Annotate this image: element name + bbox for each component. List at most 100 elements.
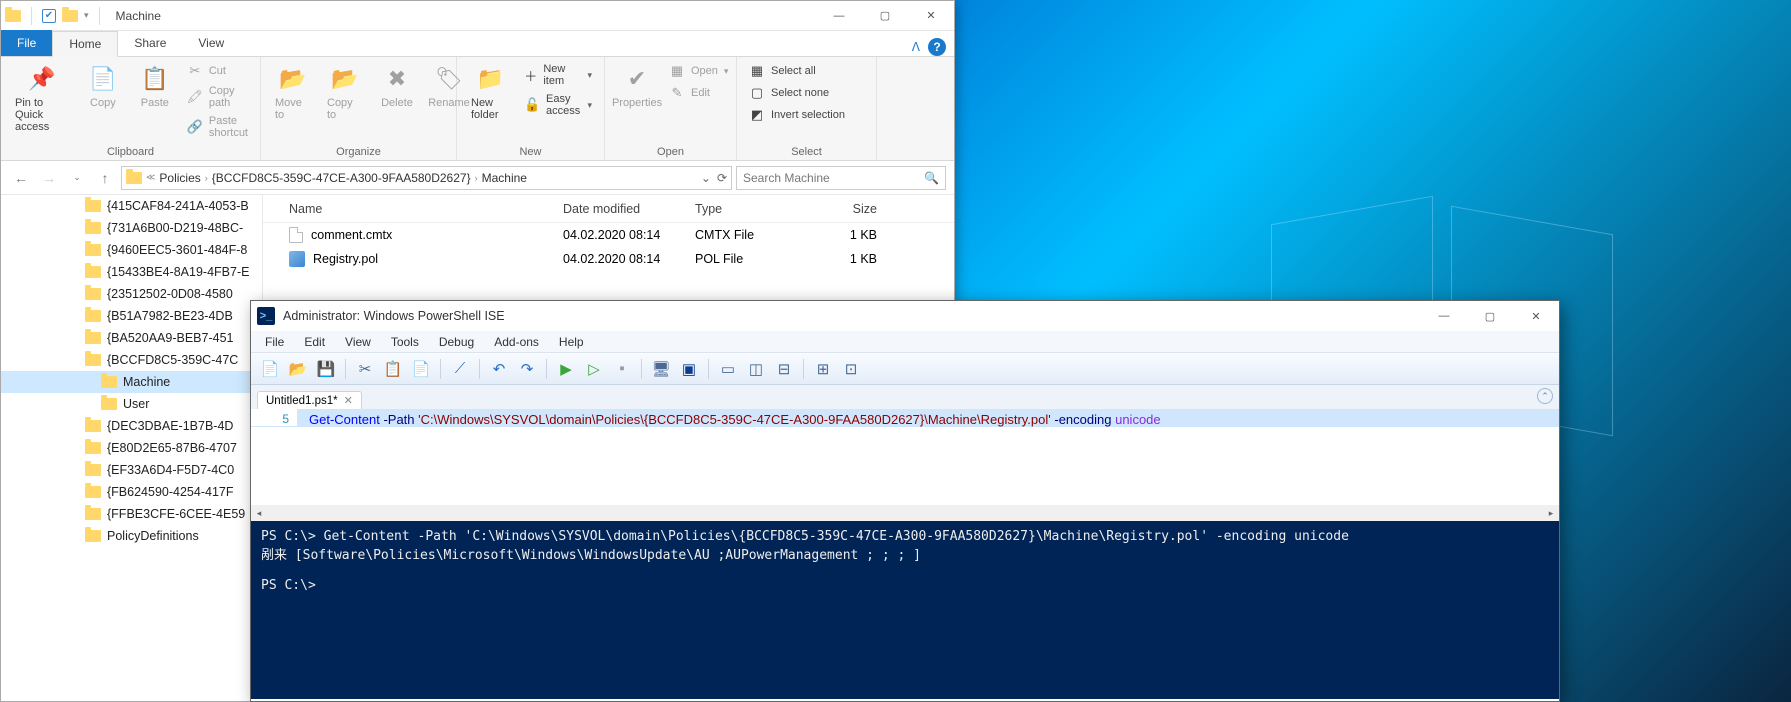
menu-tools[interactable]: Tools	[383, 335, 427, 349]
tree-item[interactable]: {EF33A6D4-F5D7-4C0	[1, 459, 262, 481]
undo-icon[interactable]: ↶	[486, 356, 512, 382]
tree-item[interactable]: Machine	[1, 371, 262, 393]
paste-icon[interactable]: 📄	[408, 356, 434, 382]
menu-file[interactable]: File	[257, 335, 292, 349]
menu-help[interactable]: Help	[551, 335, 592, 349]
tree-item[interactable]: PolicyDefinitions	[1, 525, 262, 547]
tab-view[interactable]: View	[182, 30, 240, 56]
open-file-icon[interactable]: 📂	[285, 356, 311, 382]
close-button[interactable]: ✕	[908, 1, 954, 31]
redo-icon[interactable]: ↷	[514, 356, 540, 382]
layout-3-icon[interactable]: ⊟	[771, 356, 797, 382]
paste-button[interactable]: 📋Paste	[131, 61, 179, 111]
maximize-button[interactable]: ▢	[862, 1, 908, 31]
cut-icon[interactable]: ✂	[352, 356, 378, 382]
menu-view[interactable]: View	[337, 335, 379, 349]
code-line[interactable]: Get-Content -Path 'C:\Windows\SYSVOL\dom…	[251, 409, 1559, 427]
tab-share[interactable]: Share	[118, 30, 182, 56]
powershell-console-icon[interactable]: ▣	[676, 356, 702, 382]
file-row[interactable]: Registry.pol04.02.2020 08:14POL File1 KB	[263, 247, 954, 271]
new-file-icon[interactable]: 📄	[257, 356, 283, 382]
copy-to-button[interactable]: 📂Copy to	[321, 61, 369, 123]
menu-add-ons[interactable]: Add-ons	[486, 335, 547, 349]
layout-1-icon[interactable]: ▭	[715, 356, 741, 382]
col-date[interactable]: Date modified	[553, 202, 685, 216]
run-selection-icon[interactable]: ▷	[581, 356, 607, 382]
tree-item[interactable]: {E80D2E65-87B6-4707	[1, 437, 262, 459]
clear-icon[interactable]: ⟋	[447, 356, 473, 382]
paste-shortcut-button[interactable]: 🔗Paste shortcut	[183, 113, 252, 141]
easy-access-button[interactable]: 🔓Easy access▾	[520, 91, 596, 119]
tree-item[interactable]: {FFBE3CFE-6CEE-4E59	[1, 503, 262, 525]
script-editor[interactable]: 5 Get-Content -Path 'C:\Windows\SYSVOL\d…	[251, 409, 1559, 521]
console-pane[interactable]: PS C:\> Get-Content -Path 'C:\Windows\SY…	[251, 521, 1559, 699]
address-bar[interactable]: ≪ Policies› {BCCFD8C5-359C-47CE-A300-9FA…	[121, 166, 732, 190]
run-icon[interactable]: ▶	[553, 356, 579, 382]
recent-dropdown[interactable]: ⌄	[65, 166, 89, 190]
tree-item[interactable]: {731A6B00-D219-48BC-	[1, 217, 262, 239]
invert-selection-button[interactable]: ◩Invert selection	[745, 105, 849, 125]
ise-minimize-button[interactable]: —	[1421, 301, 1467, 331]
tree-item[interactable]: {BA520AA9-BEB7-451	[1, 327, 262, 349]
up-button[interactable]: ↑	[93, 166, 117, 190]
tree-item[interactable]: {B51A7982-BE23-4DB	[1, 305, 262, 327]
tree-item[interactable]: {9460EEC5-3601-484F-8	[1, 239, 262, 261]
ise-close-button[interactable]: ✕	[1513, 301, 1559, 331]
remote-icon[interactable]: 🖥	[648, 356, 674, 382]
search-input[interactable]: Search Machine 🔍	[736, 166, 946, 190]
show-addon-icon[interactable]: ⊡	[838, 356, 864, 382]
refresh-icon[interactable]: ⟳	[717, 171, 727, 185]
address-dropdown-icon[interactable]: ⌄	[701, 171, 711, 185]
select-all-button[interactable]: ▦Select all	[745, 61, 849, 81]
new-item-button[interactable]: ＋New item▾	[520, 61, 596, 89]
title-bar[interactable]: ✔ ▾ Machine — ▢ ✕	[1, 1, 954, 31]
copy-button[interactable]: 📄Copy	[79, 61, 127, 111]
edit-button[interactable]: ✎Edit	[665, 83, 732, 103]
move-to-button[interactable]: 📂Move to	[269, 61, 317, 123]
help-icon[interactable]: ?	[928, 38, 946, 56]
tree-item[interactable]: {FB624590-4254-417F	[1, 481, 262, 503]
menu-edit[interactable]: Edit	[296, 335, 333, 349]
copy-path-button[interactable]: 🖍Copy path	[183, 83, 252, 111]
tree-item[interactable]: {415CAF84-241A-4053-B	[1, 195, 262, 217]
back-button[interactable]: ←	[9, 166, 33, 190]
cut-button[interactable]: ✂Cut	[183, 61, 252, 81]
save-file-icon[interactable]: 💾	[313, 356, 339, 382]
editor-h-scrollbar[interactable]: ◂▸	[251, 505, 1559, 521]
ribbon-collapse-icon[interactable]: ᐱ	[912, 40, 920, 54]
col-name[interactable]: Name	[263, 202, 553, 216]
ise-title-bar[interactable]: >_ Administrator: Windows PowerShell ISE…	[251, 301, 1559, 331]
layout-2-icon[interactable]: ◫	[743, 356, 769, 382]
nav-tree[interactable]: {415CAF84-241A-4053-B{731A6B00-D219-48BC…	[1, 195, 263, 701]
copy-icon[interactable]: 📋	[380, 356, 406, 382]
pin-quick-access-button[interactable]: 📌Pin to Quick access	[9, 61, 75, 135]
tab-close-icon[interactable]: ✕	[344, 394, 353, 407]
stop-icon[interactable]: ▪	[609, 356, 635, 382]
properties-button[interactable]: ✔Properties	[613, 61, 661, 111]
col-type[interactable]: Type	[685, 202, 817, 216]
qat-folder-icon[interactable]	[62, 10, 78, 22]
tree-item[interactable]: {15433BE4-8A19-4FB7-E	[1, 261, 262, 283]
delete-button[interactable]: ✖Delete	[373, 61, 421, 111]
tab-home[interactable]: Home	[52, 31, 118, 57]
collapse-script-pane-icon[interactable]: ⌃	[1537, 388, 1553, 404]
column-headers[interactable]: Name Date modified Type Size	[263, 195, 954, 223]
tree-item[interactable]: {23512502-0D08-4580	[1, 283, 262, 305]
show-command-icon[interactable]: ⊞	[810, 356, 836, 382]
tab-file[interactable]: File	[1, 30, 52, 56]
new-folder-button[interactable]: 📁New folder	[465, 61, 516, 123]
ise-menu-bar[interactable]: File Edit View Tools Debug Add-ons Help	[251, 331, 1559, 353]
col-size[interactable]: Size	[817, 202, 887, 216]
forward-button[interactable]: →	[37, 166, 61, 190]
open-button[interactable]: ▦Open▾	[665, 61, 732, 81]
menu-debug[interactable]: Debug	[431, 335, 482, 349]
tree-item[interactable]: {BCCFD8C5-359C-47C	[1, 349, 262, 371]
qat-properties-icon[interactable]: ✔	[42, 9, 56, 23]
select-none-button[interactable]: ▢Select none	[745, 83, 849, 103]
tree-item[interactable]: {DEC3DBAE-1B7B-4D	[1, 415, 262, 437]
ise-toolbar[interactable]: 📄 📂 💾 ✂ 📋 📄 ⟋ ↶ ↷ ▶ ▷ ▪ 🖥 ▣ ▭ ◫ ⊟ ⊞ ⊡	[251, 353, 1559, 385]
tree-item[interactable]: User	[1, 393, 262, 415]
file-row[interactable]: comment.cmtx04.02.2020 08:14CMTX File1 K…	[263, 223, 954, 247]
ise-maximize-button[interactable]: ▢	[1467, 301, 1513, 331]
minimize-button[interactable]: —	[816, 1, 862, 31]
